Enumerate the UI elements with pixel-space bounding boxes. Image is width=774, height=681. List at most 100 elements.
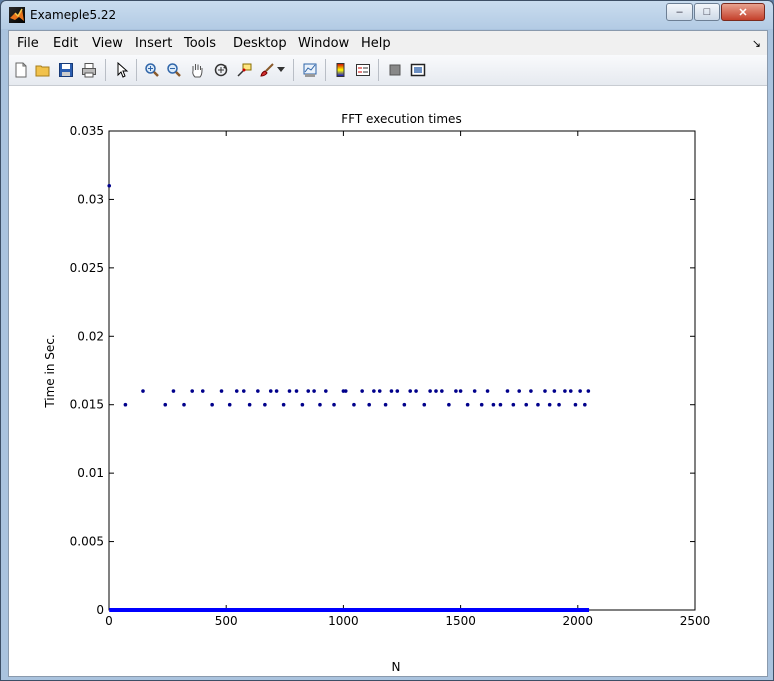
figure-toolbar — [9, 55, 767, 86]
data-point — [281, 402, 286, 407]
data-point — [324, 389, 328, 393]
x-tick-label: 2500 — [680, 614, 711, 628]
close-button[interactable]: ✕ — [721, 3, 765, 21]
colorbar-icon[interactable] — [331, 60, 351, 80]
menu-tools[interactable]: Tools — [184, 36, 216, 51]
axes-box — [108, 130, 696, 611]
data-point — [367, 402, 371, 407]
y-tick-label: 0.035 — [70, 124, 104, 138]
data-point — [312, 389, 316, 393]
data-point — [529, 389, 533, 393]
data-point — [498, 402, 503, 407]
figure-window: Exameple5.22 ‒ □ ✕ File Edit View Insert… — [0, 0, 774, 681]
hide-plot-tools-icon[interactable] — [385, 60, 405, 80]
data-point — [263, 402, 267, 407]
data-point — [583, 402, 587, 407]
menu-bar: File Edit View Insert Tools Desktop Wind… — [9, 31, 767, 55]
link-plot-icon[interactable] — [300, 60, 320, 80]
data-point — [171, 389, 176, 393]
x-tick-label: 500 — [215, 614, 238, 628]
show-plot-tools-icon[interactable] — [408, 60, 428, 80]
print-icon[interactable] — [79, 60, 99, 80]
menu-file[interactable]: File — [17, 36, 39, 51]
minimize-button[interactable]: ‒ — [666, 3, 693, 21]
menu-insert[interactable]: Insert — [135, 36, 172, 51]
data-point — [227, 402, 232, 407]
menu-window[interactable]: Window — [298, 36, 349, 51]
data-point — [454, 389, 458, 393]
x-tick-label: 1500 — [445, 614, 476, 628]
open-file-icon[interactable] — [33, 60, 53, 80]
y-tick-label: 0.005 — [70, 535, 104, 549]
menu-help[interactable]: Help — [361, 36, 391, 51]
data-point — [505, 389, 510, 393]
data-point — [547, 402, 552, 407]
title-bar[interactable]: Exameple5.22 ‒ □ ✕ — [1, 1, 773, 29]
y-tick-label: 0.025 — [70, 261, 104, 275]
data-point — [107, 183, 112, 188]
y-tick-label: 0.01 — [77, 466, 104, 480]
data-point — [219, 389, 224, 393]
zoom-in-icon[interactable] — [142, 60, 162, 80]
pan-hand-icon[interactable] — [187, 60, 207, 80]
data-point — [447, 402, 451, 407]
new-figure-icon[interactable] — [11, 60, 31, 80]
menu-edit[interactable]: Edit — [53, 36, 78, 51]
data-point — [472, 389, 477, 393]
data-point — [491, 402, 496, 407]
x-tick-label: 1000 — [328, 614, 359, 628]
x-tick-label: 0 — [105, 614, 113, 628]
data-point — [573, 402, 578, 407]
rotate-3d-icon[interactable] — [211, 60, 231, 80]
data-point — [163, 402, 168, 407]
data-point — [552, 389, 557, 393]
data-point — [563, 389, 567, 393]
data-point — [383, 402, 388, 407]
data-point — [287, 389, 292, 393]
data-point — [318, 402, 322, 407]
data-point — [511, 402, 516, 407]
data-point — [578, 389, 582, 393]
zoom-out-icon[interactable] — [164, 60, 184, 80]
menu-view[interactable]: View — [92, 36, 123, 51]
brush-icon[interactable] — [257, 60, 277, 80]
data-point — [352, 402, 356, 407]
maximize-button[interactable]: □ — [694, 3, 720, 21]
x-tick-label: 2000 — [563, 614, 594, 628]
data-point — [247, 402, 252, 407]
data-point — [428, 389, 432, 393]
data-point — [479, 402, 484, 407]
data-point — [485, 389, 490, 393]
data-point — [268, 389, 273, 393]
menu-desktop[interactable]: Desktop — [233, 36, 287, 51]
data-point — [372, 389, 376, 393]
minimize-icon: ‒ — [676, 6, 683, 18]
data-point — [123, 402, 128, 407]
edit-plot-arrow-icon[interactable] — [112, 60, 132, 80]
data-point — [517, 389, 521, 393]
data-cursor-icon[interactable] — [234, 60, 254, 80]
data-point — [332, 402, 336, 407]
data-point — [274, 389, 279, 393]
dock-arrow-icon[interactable]: ↘ — [752, 37, 761, 50]
data-point — [465, 402, 470, 407]
legend-icon[interactable] — [353, 60, 373, 80]
window-title: Exameple5.22 — [30, 8, 117, 22]
plot-axes[interactable]: 0 500 1000 1500 2000 2500 0 0.005 0.01 0.015 0.02 0… — [9, 86, 767, 676]
data-point — [458, 389, 463, 393]
y-tick-label: 0.02 — [77, 329, 104, 343]
data-point — [422, 402, 427, 407]
data-point — [300, 402, 305, 407]
data-point — [543, 389, 547, 393]
data-point — [568, 389, 573, 393]
data-point — [294, 389, 299, 393]
data-point — [440, 389, 444, 393]
y-tick-label: 0.015 — [70, 398, 104, 412]
figure-client-area: File Edit View Insert Tools Desktop Wind… — [8, 30, 768, 677]
brush-dropdown-icon[interactable] — [275, 60, 287, 80]
data-point — [360, 389, 364, 393]
data-point — [524, 402, 529, 407]
data-point — [306, 389, 311, 393]
data-point — [408, 389, 413, 393]
save-icon[interactable] — [56, 60, 76, 80]
